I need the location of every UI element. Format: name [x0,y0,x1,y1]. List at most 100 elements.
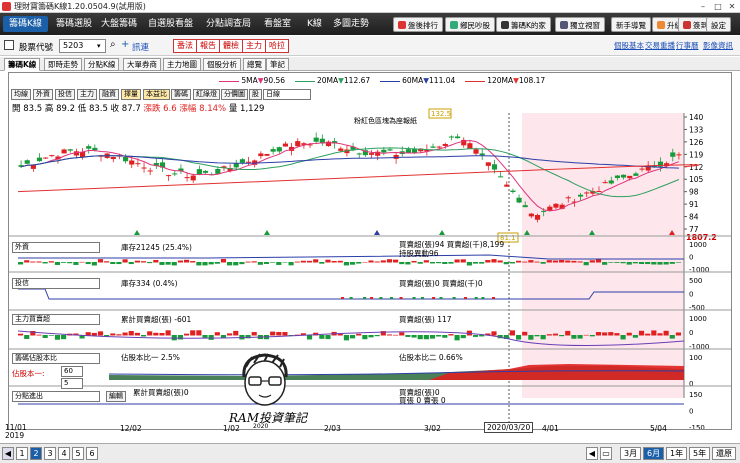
page-6-button[interactable]: 6 [86,447,98,460]
foreign-bar [645,262,651,265]
tab-big-brokers[interactable]: 大單券商 [123,58,161,71]
restore-button[interactable]: 還原 [712,447,736,460]
foreign-bar [356,262,362,264]
branch-panel-select[interactable]: 分點進出 [12,391,100,402]
main-force-bar [306,335,313,340]
x-label-nov: 11/01 2019 [5,423,27,440]
page-3-button[interactable]: 3 [44,447,56,460]
foreign-bar [577,261,583,263]
foreign-bar [147,262,153,264]
candle-body [36,157,43,162]
main-force-bar [220,335,227,338]
main-force-bar [270,331,276,336]
menu-watchlist[interactable]: 自選股看盤 [142,16,199,32]
foreign-bar [251,261,257,263]
link-basic[interactable]: 個股基本 [614,40,644,51]
kline-chart[interactable]: 14013312611911210598918477132.581.1 1807.… [9,73,731,429]
tab-overview[interactable]: 總覽 [243,58,266,71]
menu-branch-investigation[interactable]: 分點調查局 [200,16,257,32]
main-force-button[interactable]: 主力 [242,39,266,53]
report-button[interactable]: 報告 [196,39,220,53]
range-5y-button[interactable]: 5年 [689,447,711,460]
foreign-bar [196,262,202,266]
maximize-icon[interactable]: □ [711,1,725,12]
ratio-param2-input[interactable]: 5 [61,378,83,389]
main-cumulative-text: 累計買賣超(張) -601 [121,315,192,324]
main-force-bar [423,335,429,340]
menu-chip-kline[interactable]: 籌碼K線 [3,16,48,32]
main-force-bar [251,332,257,336]
tab-chip-kline[interactable]: 籌碼K線 [4,58,41,71]
foreign-panel-select[interactable]: 外資 [12,242,100,253]
home-button[interactable]: 籌碼K的家 [496,17,551,32]
foreign-bar [589,260,595,263]
menu-chip-screener[interactable]: 籌碼選股 [50,16,98,32]
trust-bar [439,297,443,299]
page-5-button[interactable]: 5 [72,447,84,460]
checkup-button[interactable]: 體檢 [219,39,243,53]
menu-market-chips[interactable]: 大盤籌碼 [95,16,143,32]
trust-bar [389,297,393,299]
range-1y-button[interactable]: 1年 [666,447,688,460]
tab-stock-analysis[interactable]: 個股分析 [203,58,241,71]
main-force-bar [97,331,104,336]
ratio-panel-select[interactable]: 籌碼佔股本比 [12,353,100,364]
candle-body [602,182,608,184]
link-video[interactable]: 影像資訊 [703,40,733,51]
menu-viewing-room[interactable]: 看盤室 [258,16,297,32]
stock-name[interactable]: 訊連 [132,41,149,53]
ratio-two-text: 佔股本比二 0.66% [399,353,463,362]
link-calendar[interactable]: 行事曆 [676,40,699,51]
zoom-icon[interactable]: ▭ [600,447,612,460]
menu-kline[interactable]: K線 [301,16,328,32]
stock-toolbar: 股票代號 5203 ▾ ⌕ + 訊連 番法 報告 體檢 主力 哈拉 個股基本 交… [0,36,740,56]
ratio-param1-input[interactable]: 60 [61,366,83,377]
settings-button[interactable]: 設定 [706,17,731,32]
close-icon[interactable]: ✕ [725,1,739,12]
discussion-button[interactable]: 哈拉 [265,39,289,53]
link-replay[interactable]: 交易重播 [645,40,675,51]
page-2-button[interactable]: 2 [30,447,42,460]
layout-icon[interactable] [4,40,14,50]
main-force-panel-select[interactable]: 主力買賣超 [12,314,100,325]
detach-window-button[interactable]: 獨立視窗 [555,17,605,32]
price-tick: 84 [689,213,699,222]
foreign-bar [61,262,67,263]
foreign-bar [190,261,196,263]
foreign-bar [42,262,48,264]
foreign-bar [177,260,183,263]
prev-range-icon[interactable]: ◀ [586,447,598,460]
trust-panel-select[interactable]: 投信 [12,278,100,289]
foreign-bar [140,261,147,263]
chevron-down-icon[interactable]: ▾ [97,42,101,50]
candle-body [448,136,455,138]
main-force-bar [159,332,165,336]
tour-button[interactable]: 新手導覽 [611,17,651,32]
first-page-icon[interactable]: ◀ [2,447,14,460]
tab-intraday[interactable]: 即時走勢 [44,58,82,71]
foreign-bar [67,262,73,264]
tab-branch-kline[interactable]: 分點K線 [84,58,120,71]
main-force-bar [356,333,362,336]
add-icon[interactable]: + [121,39,129,50]
foreign-bar [479,262,485,264]
range-6m-button[interactable]: 6月 [643,447,665,460]
page-1-button[interactable]: 1 [16,447,28,460]
page-4-button[interactable]: 4 [58,447,70,460]
foreign-bar [24,260,30,263]
menu-multi-chart[interactable]: 多圖走勢 [327,16,375,32]
foreign-bar [122,259,128,263]
forum-button[interactable]: 鄉民吵股 [445,17,495,32]
quick-method-button[interactable]: 番法 [173,39,197,53]
branch-edit-button[interactable]: 編輯 [106,391,126,402]
minimize-icon[interactable]: – [696,1,710,12]
tab-notes[interactable]: 筆記 [266,58,289,71]
foreign-bar [638,262,645,264]
after-hours-ranking-button[interactable]: 盤後排行 [393,17,443,32]
main-force-bar [48,335,54,336]
search-icon[interactable]: ⌕ [110,39,116,50]
main-force-bar [454,335,460,341]
range-3m-button[interactable]: 3月 [620,447,642,460]
tab-main-force-map[interactable]: 主力地圖 [163,58,201,71]
foreign-bar [626,262,632,265]
